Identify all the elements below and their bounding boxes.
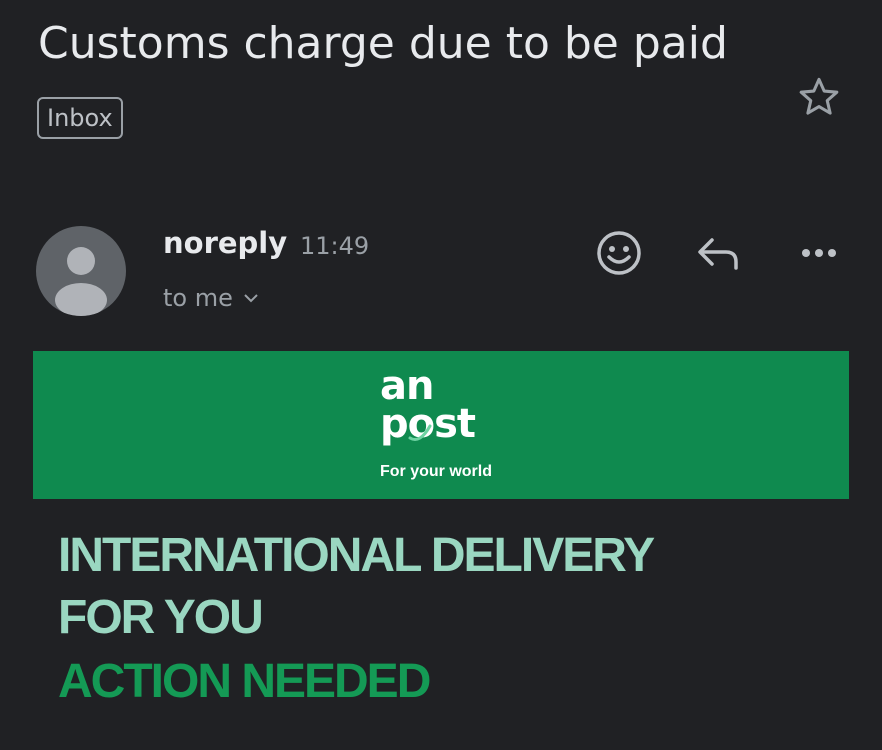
star-icon[interactable] (796, 74, 842, 120)
inbox-label-text: Inbox (47, 104, 113, 132)
sent-time: 11:49 (300, 232, 370, 260)
inbox-label-chip[interactable]: Inbox (37, 97, 123, 139)
default-avatar-icon (55, 247, 107, 316)
chevron-down-icon (244, 294, 258, 303)
headline-line-1: INTERNATIONAL DELIVERY (58, 529, 655, 582)
logo-tagline: For your world (380, 463, 492, 480)
recipient-text: to me (163, 284, 233, 312)
email-subject: Customs charge due to be paid (38, 18, 728, 69)
sender-avatar[interactable] (36, 226, 126, 316)
sender-name[interactable]: noreply (163, 226, 287, 260)
reply-icon (698, 238, 738, 270)
smiley-icon (597, 231, 641, 275)
logo-swoosh-icon (408, 424, 432, 441)
headline-line-2: FOR YOU (58, 591, 264, 644)
more-horiz-icon (802, 249, 836, 257)
reply-button[interactable] (694, 228, 744, 278)
recipient-details-toggle[interactable]: to me (163, 284, 259, 312)
headline-action-needed: ACTION NEEDED (58, 655, 431, 708)
an-post-logo-line1: an (380, 363, 434, 409)
more-options-button[interactable] (794, 228, 844, 278)
email-view: Customs charge due to be paid Inbox nore… (0, 0, 882, 750)
emoji-reaction-button[interactable] (594, 228, 644, 278)
